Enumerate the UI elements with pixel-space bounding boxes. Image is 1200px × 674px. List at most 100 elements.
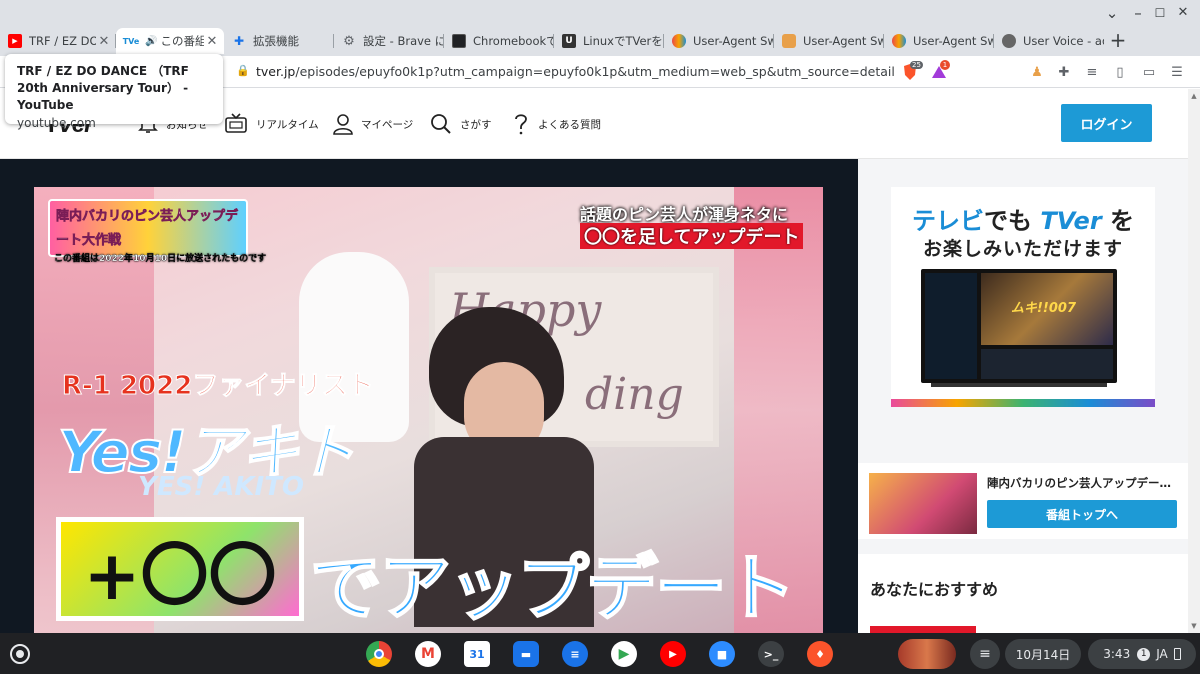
launcher-button[interactable] xyxy=(10,644,30,664)
series-top-button[interactable]: 番組トップへ xyxy=(987,500,1177,528)
gear-icon: ⚙ xyxy=(343,33,355,49)
login-button[interactable]: ログイン xyxy=(1061,104,1152,142)
tver-favicon-icon: TVe xyxy=(122,36,140,46)
tab-chromebook[interactable]: Chromebookで xyxy=(444,28,554,54)
tab-title: TRF / EZ DO DANCE xyxy=(29,34,96,48)
tab-extensions[interactable]: ✚ 拡張機能 xyxy=(224,28,334,54)
files-app-icon[interactable]: ▬ xyxy=(513,641,539,667)
reco-thumbnail-peek[interactable] xyxy=(870,626,976,633)
date-tray[interactable]: 10月14日 xyxy=(1005,639,1081,669)
tv-show-title: ムキ!!007 xyxy=(1011,301,1076,316)
media-tray-thumbnail[interactable] xyxy=(898,639,956,669)
uservoice-favicon-icon xyxy=(1002,34,1016,48)
menu-icon[interactable]: ☰ xyxy=(1168,63,1186,81)
bottom-plus-box: +〇〇 xyxy=(56,517,304,621)
player-area: Happy ding 陣内バカリのピン芸人アップデート大作戦 この番組は2022… xyxy=(0,159,858,633)
ime-indicator: JA xyxy=(1156,647,1168,661)
youtube-app-icon[interactable]: ▶ xyxy=(660,641,686,667)
nav-label: リアルタイム xyxy=(256,118,319,131)
tab-useragent-2[interactable]: User-Agent Sw xyxy=(774,28,884,54)
media-controls-icon[interactable]: ≡ xyxy=(970,639,1000,669)
tab-close-icon[interactable]: ✕ xyxy=(96,34,112,49)
video-player[interactable]: Happy ding 陣内バカリのピン芸人アップデート大作戦 この番組は2022… xyxy=(34,187,823,633)
brave-app-icon[interactable]: ♦ xyxy=(807,641,833,667)
tab-youtube[interactable]: ▶ TRF / EZ DO DANCE ✕ xyxy=(0,28,116,54)
tab-close-icon[interactable]: ✕ xyxy=(204,34,220,49)
new-tab-button[interactable]: + xyxy=(1107,28,1129,54)
tab-uservoice[interactable]: User Voice - ad xyxy=(994,28,1104,54)
tver-promo-banner[interactable]: テレビでも TVer を お楽しみいただけます ムキ!!007 xyxy=(891,187,1155,407)
url-path: /episodes/epuyfo0k1p?utm_campaign=epuyfo… xyxy=(295,64,895,79)
tab-title: この番組 xyxy=(160,34,204,48)
tab-title: User-Agent Sw xyxy=(693,34,774,48)
finalist-caption: R-1 2022ファイナリスト xyxy=(62,371,375,402)
broadcast-note: この番組は2022年10月10日に放送されたものです xyxy=(54,254,267,264)
series-thumbnail[interactable] xyxy=(869,473,977,534)
recommendations-section: あなたにおすすめ xyxy=(858,554,1188,633)
tab-useragent-1[interactable]: User-Agent Sw xyxy=(664,28,774,54)
brave-shields-icon[interactable]: 25 xyxy=(901,61,923,81)
performer-name-sub: YES! AKITO xyxy=(138,472,305,502)
tab-useragent-3[interactable]: User-Agent Sw xyxy=(884,28,994,54)
uas-favicon-icon xyxy=(672,34,686,48)
terminal-app-icon[interactable]: >_ xyxy=(758,641,784,667)
caption-top-1: 話題のピン芸人が渾身ネタに xyxy=(580,205,789,224)
meet-app-icon[interactable]: ▶ xyxy=(611,641,637,667)
promo-line-2: お楽しみいただけます xyxy=(922,238,1123,260)
media-control-icon[interactable]: ≡ xyxy=(1083,63,1101,81)
tab-settings[interactable]: ⚙ 設定 - Brave に xyxy=(334,28,444,54)
bottom-update-text: でアップデート xyxy=(309,545,797,631)
useragent-extension-icon[interactable]: ♟ xyxy=(1028,63,1046,81)
caption-top-2: 〇〇を足してアップデート xyxy=(580,223,804,249)
scroll-up-icon[interactable]: ▲ xyxy=(1190,92,1198,100)
tv-icon xyxy=(225,113,247,133)
battery-icon xyxy=(1173,648,1181,660)
chrome-app-icon[interactable] xyxy=(366,641,392,667)
tab-title: 拡張機能 xyxy=(253,34,299,48)
address-bar[interactable]: tver.jp/episodes/epuyfo0k1p?utm_campaign… xyxy=(256,64,895,79)
minimize-icon[interactable]: – xyxy=(1127,4,1149,22)
rewards-badge: 1 xyxy=(940,60,950,70)
hover-card-site: youtube.com xyxy=(17,116,96,130)
tab-tver[interactable]: TVe 🔊 この番組 ✕ xyxy=(116,28,224,54)
tab-title: Chromebookで xyxy=(473,34,554,48)
puzzle-icon: ✚ xyxy=(233,34,245,48)
gmail-app-icon[interactable]: M xyxy=(415,641,441,667)
audio-playing-icon[interactable]: 🔊 xyxy=(145,36,157,47)
tv-show-image: ムキ!!007 xyxy=(981,273,1113,345)
scroll-down-icon[interactable]: ▼ xyxy=(1190,622,1198,630)
nav-faq[interactable]: よくある質問 xyxy=(512,111,601,137)
promo-footer-stripe xyxy=(891,399,1155,407)
calendar-app-icon[interactable]: 31 xyxy=(464,641,490,667)
close-window-icon[interactable]: ✕ xyxy=(1172,4,1194,22)
tab-title: User-Agent Sw xyxy=(803,34,884,48)
recommendations-title: あなたにおすすめ xyxy=(870,580,999,599)
status-tray[interactable]: 3:43 1 JA xyxy=(1088,639,1196,669)
nav-search[interactable]: さがす xyxy=(430,111,492,137)
wallet-icon[interactable]: ▭ xyxy=(1140,63,1158,81)
tv-thumbnails xyxy=(981,349,1113,379)
tab-title: LinuxでTVerを xyxy=(583,34,663,48)
extensions-puzzle-icon[interactable]: ✚ xyxy=(1055,63,1073,81)
notification-badge: 1 xyxy=(1137,647,1151,661)
tab-search-icon[interactable]: ⌄ xyxy=(1101,4,1123,22)
search-icon xyxy=(431,114,451,134)
url-host: tver.jp xyxy=(256,64,296,79)
nav-realtime[interactable]: リアルタイム xyxy=(224,111,319,137)
brave-rewards-icon[interactable]: 1 xyxy=(930,60,950,81)
maximize-icon[interactable]: ☐ xyxy=(1149,4,1171,22)
nav-label: よくある質問 xyxy=(538,118,601,131)
lock-icon[interactable]: 🔒 xyxy=(236,64,250,77)
tab-linux-tver[interactable]: U LinuxでTVerを xyxy=(554,28,664,54)
sidebar-icon[interactable]: ▯ xyxy=(1111,63,1129,81)
tab-title: 設定 - Brave に xyxy=(363,34,444,48)
zoom-app-icon[interactable]: ■ xyxy=(709,641,735,667)
page-scrollbar[interactable]: ▲ ▼ xyxy=(1188,89,1200,633)
tab-hover-card: TRF / EZ DO DANCE （TRF 20th Anniversary … xyxy=(5,54,223,130)
tab-strip: ⌄ – ☐ ✕ ▶ TRF / EZ DO DANCE ✕ TVe 🔊 この番組… xyxy=(0,0,1200,56)
messages-app-icon[interactable]: ≡ xyxy=(562,641,588,667)
series-title[interactable]: 陣内バカリのピン芸人アップデート大作戦 xyxy=(987,475,1177,491)
nav-mypage[interactable]: マイページ xyxy=(333,111,413,137)
web-page: TVer お知らせ リアルタイム マイページ さがす よくある質問 ログイン H… xyxy=(0,89,1188,633)
youtube-favicon-icon: ▶ xyxy=(8,34,22,48)
